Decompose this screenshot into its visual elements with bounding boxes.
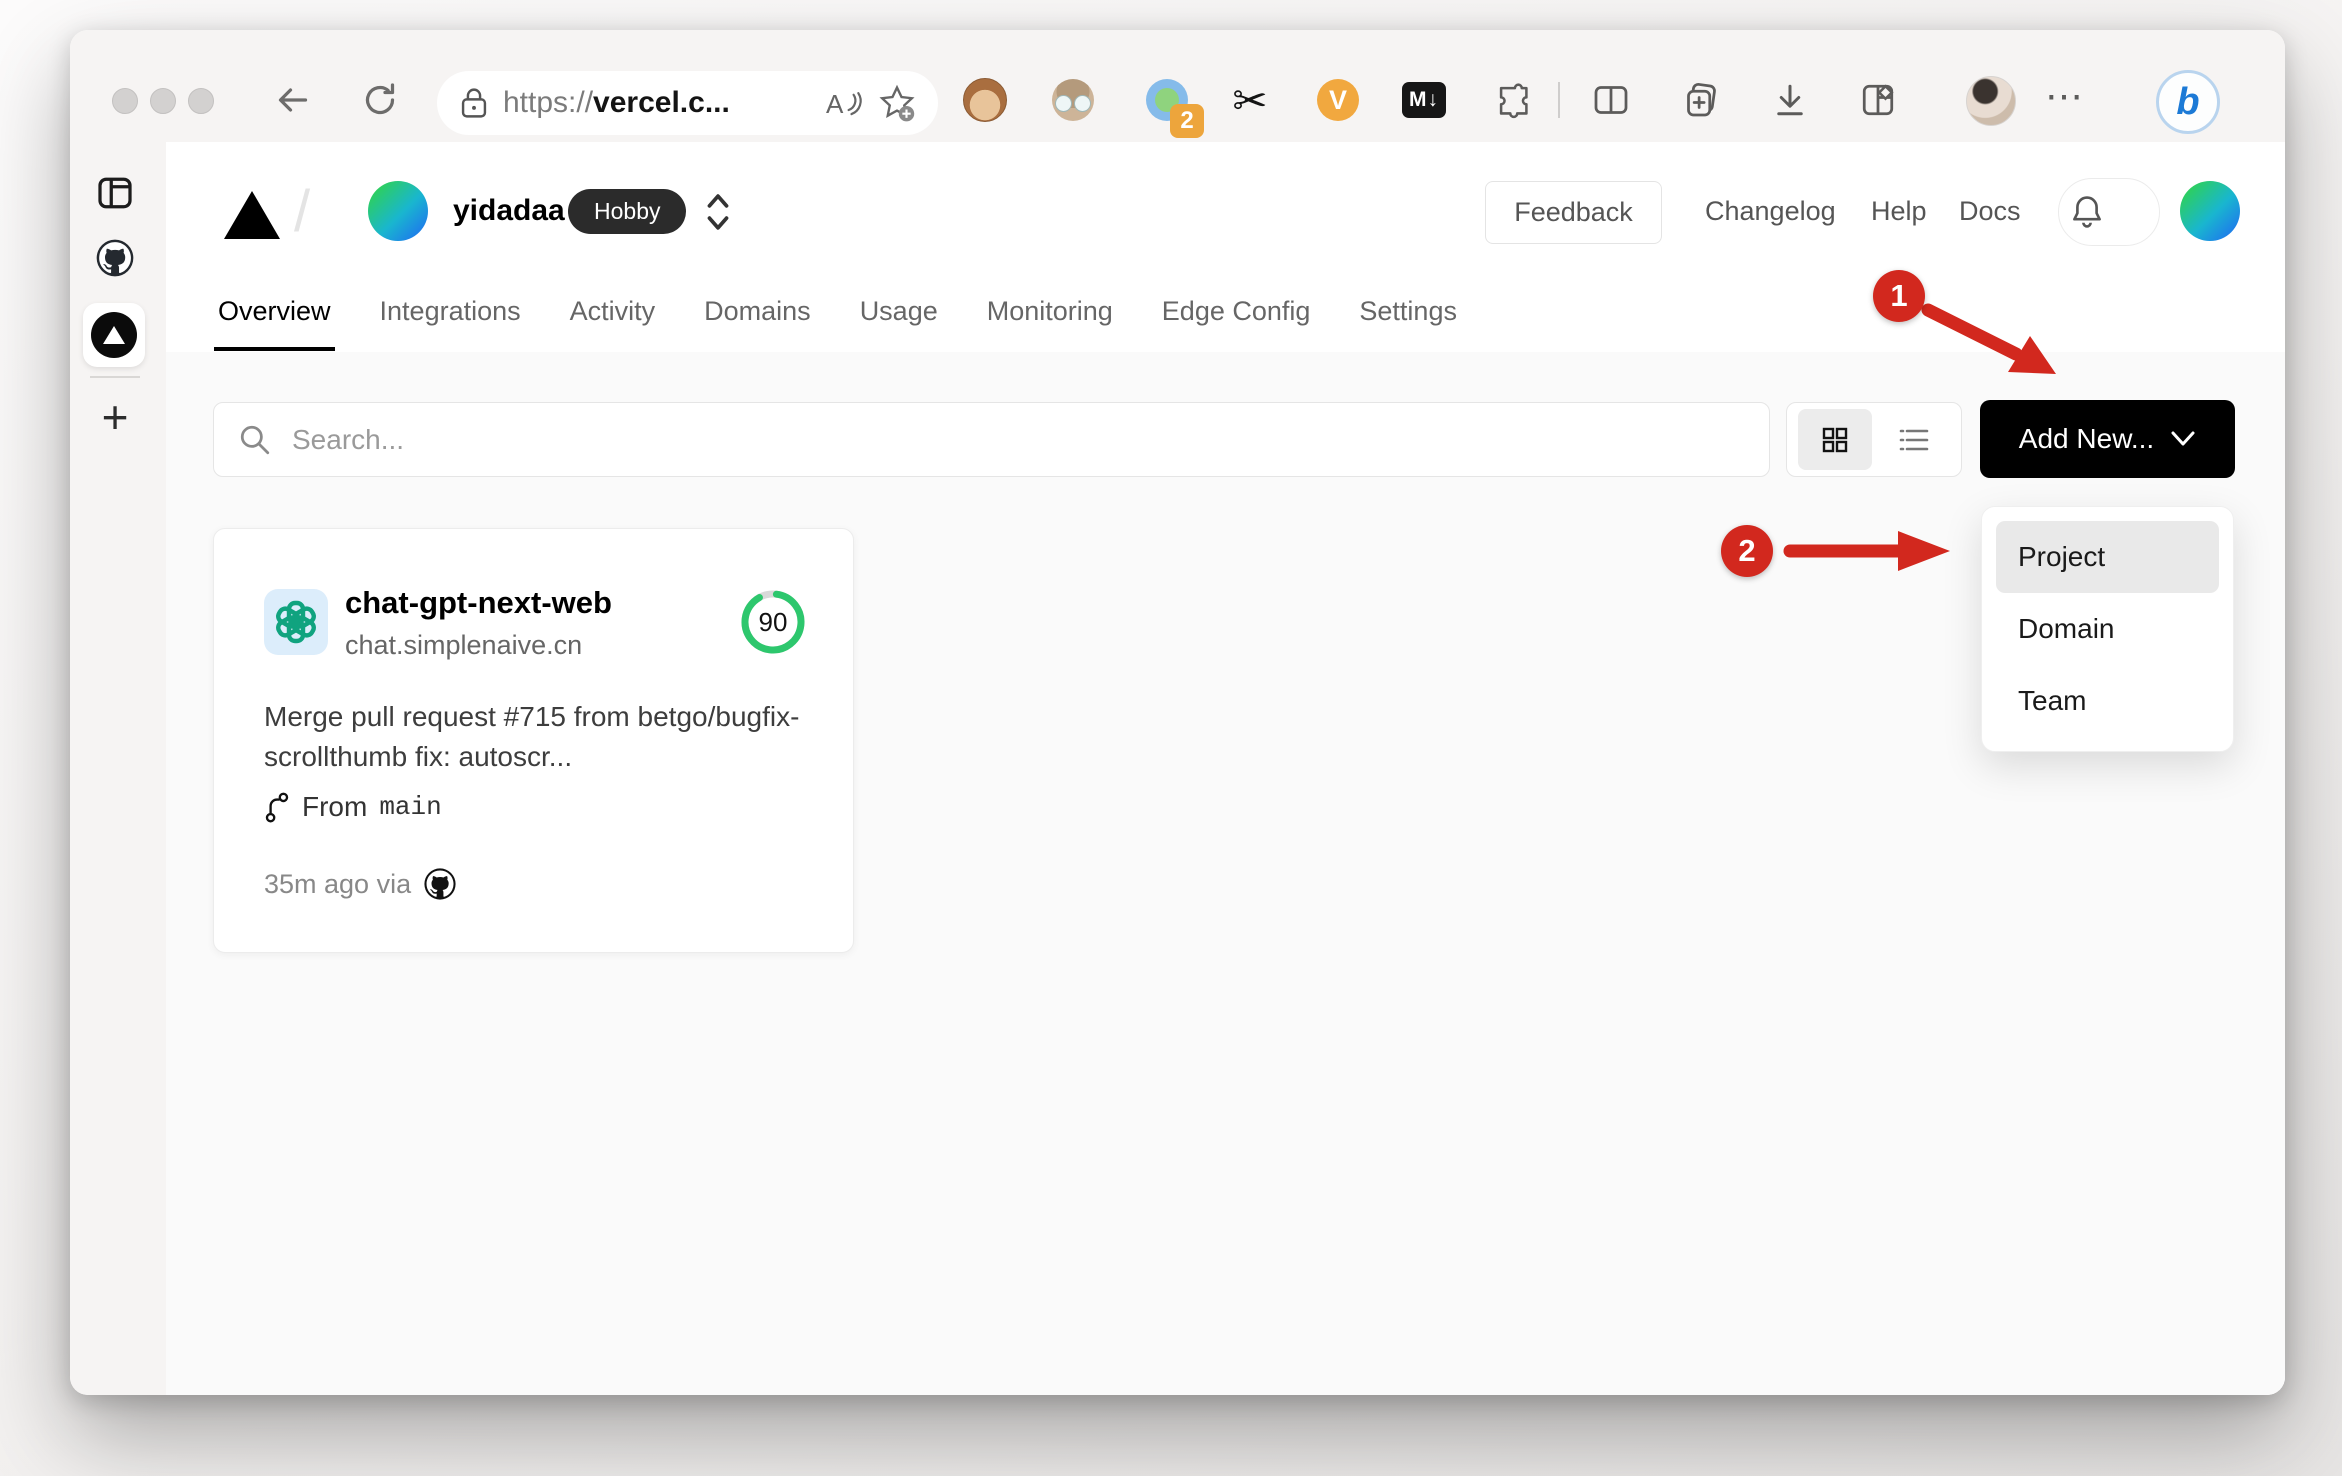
downloads-icon[interactable] bbox=[1770, 80, 1810, 120]
branch-prefix: From bbox=[302, 791, 368, 822]
bing-chat-icon[interactable]: b bbox=[2156, 70, 2220, 134]
url-text: https://vercel.c... bbox=[503, 86, 730, 119]
dashboard-content: Add New... Project Domain Team bbox=[166, 352, 2285, 1395]
grid-view-icon bbox=[1822, 427, 1847, 452]
extension-scissors-icon[interactable]: ✂ bbox=[1228, 77, 1272, 124]
project-domain[interactable]: chat.simplenaive.cn bbox=[345, 630, 582, 661]
branch-name[interactable]: main bbox=[379, 792, 441, 822]
project-card[interactable]: chat-gpt-next-web chat.simplenaive.cn 90… bbox=[213, 528, 854, 953]
desktop: { "browser": { "url": { "scheme": "https… bbox=[0, 0, 2342, 1476]
extension-markdown-icon[interactable]: M↓ bbox=[1402, 78, 1446, 122]
toolbar-divider bbox=[1558, 82, 1560, 118]
tab-integrations[interactable]: Integrations bbox=[380, 296, 521, 327]
notifications-button[interactable]: 1 bbox=[2058, 178, 2160, 246]
team-switcher-icon[interactable] bbox=[698, 190, 738, 234]
browser-menu-icon[interactable]: ⋯ bbox=[2045, 74, 2085, 119]
search-input[interactable] bbox=[290, 422, 1745, 457]
extensions-puzzle-icon[interactable] bbox=[1494, 80, 1534, 120]
extension-vimium-icon[interactable]: V bbox=[1316, 78, 1360, 122]
docs-link[interactable]: Docs bbox=[1959, 196, 2021, 227]
browser-essentials-icon[interactable] bbox=[1858, 80, 1898, 120]
browser-window: https://vercel.c... A ✂ V M↓ 2 ⋯ b + / y… bbox=[70, 30, 2285, 1395]
search-bar[interactable] bbox=[213, 402, 1770, 477]
back-icon[interactable] bbox=[273, 80, 313, 120]
add-new-dropdown: Project Domain Team bbox=[1981, 506, 2234, 752]
address-bar[interactable]: https://vercel.c... A bbox=[437, 71, 938, 135]
read-aloud-icon[interactable]: A bbox=[824, 85, 864, 121]
tab-monitoring[interactable]: Monitoring bbox=[987, 296, 1113, 327]
user-avatar[interactable] bbox=[2180, 181, 2240, 241]
svg-text:A: A bbox=[826, 89, 844, 119]
maximize-window-button[interactable] bbox=[188, 88, 214, 114]
vercel-logo[interactable] bbox=[223, 189, 281, 241]
vercel-tab-icon bbox=[91, 312, 137, 358]
refresh-icon[interactable] bbox=[360, 80, 400, 120]
feedback-button[interactable]: Feedback bbox=[1485, 181, 1662, 244]
search-icon bbox=[240, 425, 270, 454]
list-view-icon bbox=[1899, 429, 1928, 450]
vercel-sidebar-tab[interactable] bbox=[83, 303, 145, 367]
close-window-button[interactable] bbox=[112, 88, 138, 114]
team-name[interactable]: yidadaa bbox=[453, 194, 565, 228]
tab-domains[interactable]: Domains bbox=[704, 296, 811, 327]
minimize-window-button[interactable] bbox=[150, 88, 176, 114]
deploy-meta: 35m ago via bbox=[264, 867, 457, 901]
github-sidebar-icon[interactable] bbox=[95, 238, 135, 278]
github-icon bbox=[424, 868, 456, 900]
dropdown-item-team[interactable]: Team bbox=[1996, 665, 2219, 737]
extension-badge: 2 bbox=[1170, 104, 1204, 138]
help-link[interactable]: Help bbox=[1871, 196, 1927, 227]
lighthouse-score: 90 bbox=[758, 606, 788, 637]
vercel-dashboard: / yidadaa Hobby Feedback Changelog Help … bbox=[166, 142, 2285, 1395]
breadcrumb-slash: / bbox=[294, 179, 311, 244]
changelog-link[interactable]: Changelog bbox=[1705, 196, 1836, 227]
view-toggle bbox=[1786, 402, 1962, 477]
browser-profile-avatar[interactable] bbox=[1966, 76, 2016, 126]
extension-reader-icon[interactable] bbox=[1051, 78, 1095, 122]
annotation-step-2: 2 bbox=[1721, 525, 1773, 577]
lock-icon bbox=[461, 88, 487, 118]
notification-count-badge: 1 bbox=[2122, 198, 2136, 225]
dashboard-tabs: Overview Integrations Activity Domains U… bbox=[166, 270, 2285, 353]
project-name[interactable]: chat-gpt-next-web bbox=[345, 585, 612, 621]
add-new-button[interactable]: Add New... bbox=[1980, 400, 2235, 478]
git-branch-icon bbox=[265, 792, 289, 823]
sidebar-add-icon[interactable]: + bbox=[92, 391, 138, 443]
extension-tampermonkey-icon[interactable] bbox=[963, 78, 1007, 122]
sidebar-panel-icon[interactable] bbox=[95, 173, 135, 213]
branch-row: From main bbox=[264, 791, 442, 823]
sidebar-divider bbox=[90, 376, 140, 378]
vercel-header: / yidadaa Hobby Feedback Changelog Help … bbox=[166, 142, 2285, 270]
dropdown-item-domain[interactable]: Domain bbox=[1996, 593, 2219, 665]
annotation-step-1: 1 bbox=[1873, 270, 1925, 322]
bell-icon bbox=[2073, 196, 2101, 228]
split-screen-icon[interactable] bbox=[1591, 80, 1631, 120]
browser-toolbar: https://vercel.c... A ✂ V M↓ 2 ⋯ b bbox=[70, 30, 2285, 143]
tab-activity[interactable]: Activity bbox=[570, 296, 656, 327]
chevron-down-icon bbox=[2171, 431, 2195, 446]
add-favorite-icon[interactable] bbox=[878, 84, 916, 122]
tab-settings[interactable]: Settings bbox=[1359, 296, 1457, 327]
openai-logo-icon bbox=[264, 589, 328, 655]
list-view-button[interactable] bbox=[1877, 409, 1951, 470]
plan-badge: Hobby bbox=[568, 189, 687, 234]
tab-overview[interactable]: Overview bbox=[214, 296, 335, 351]
grid-view-button[interactable] bbox=[1797, 409, 1872, 470]
collections-icon[interactable] bbox=[1681, 80, 1721, 120]
dropdown-item-project[interactable]: Project bbox=[1996, 521, 2219, 593]
browser-sidebar: + bbox=[70, 142, 167, 1395]
commit-message[interactable]: Merge pull request #715 from betgo/bugfi… bbox=[264, 697, 814, 777]
tab-usage[interactable]: Usage bbox=[860, 296, 938, 327]
team-avatar[interactable] bbox=[368, 181, 428, 241]
tab-edge-config[interactable]: Edge Config bbox=[1162, 296, 1311, 327]
